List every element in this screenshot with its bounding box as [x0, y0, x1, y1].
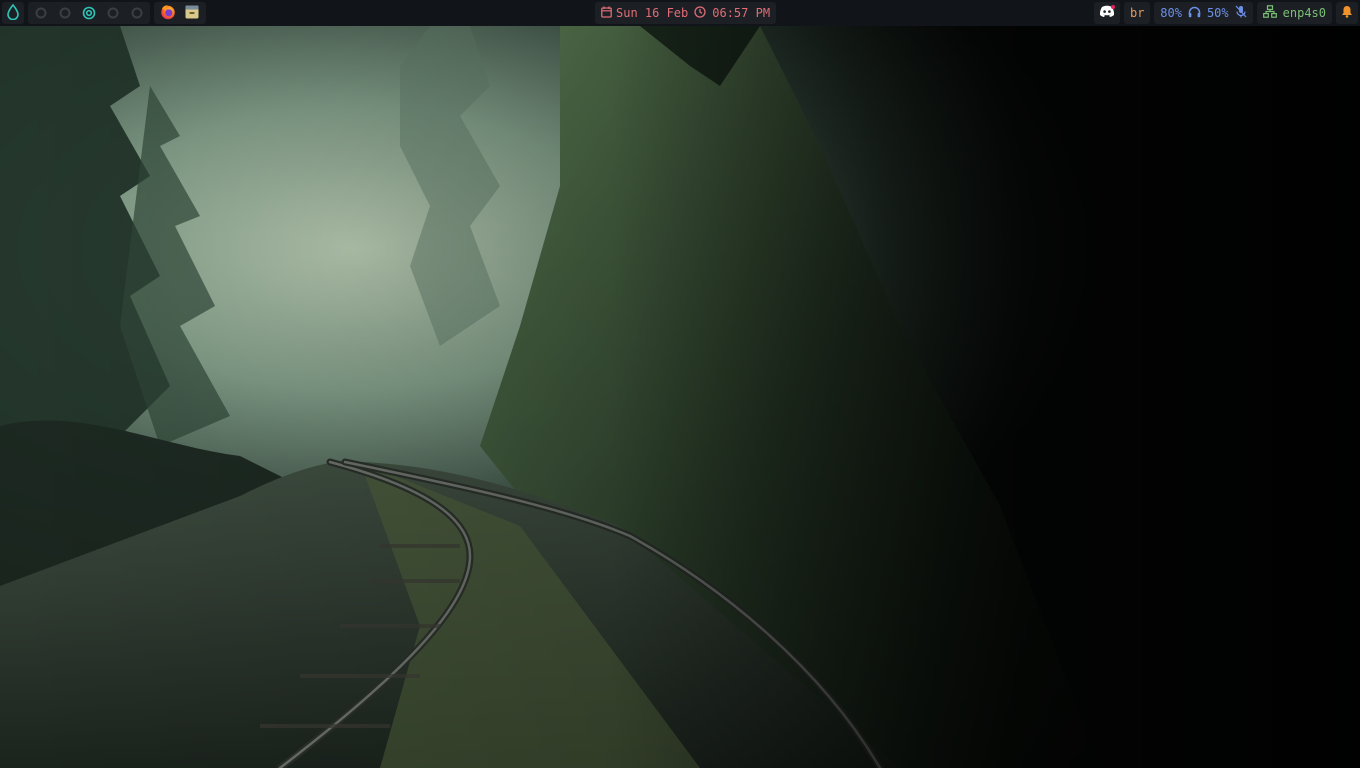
tray-discord[interactable] — [1094, 2, 1121, 24]
workspace-5[interactable] — [125, 2, 149, 24]
ethernet-icon — [1262, 5, 1277, 21]
desktop-wallpaper — [0, 26, 1360, 768]
workspace-1[interactable] — [29, 2, 53, 24]
taskbar-apps — [154, 2, 206, 24]
bell-icon — [1341, 5, 1353, 21]
center-modules: Sun 16 Feb 06:57 PM — [595, 2, 777, 24]
discord-icon — [1099, 5, 1116, 21]
workspace-2[interactable] — [53, 2, 77, 24]
clock-time: 06:57 PM — [712, 6, 771, 20]
firefox-icon — [160, 4, 176, 23]
microphone-muted-icon[interactable] — [1235, 5, 1247, 21]
headphones-icon — [1188, 6, 1201, 21]
circle-outline-icon — [107, 7, 119, 19]
circle-outline-icon — [59, 7, 71, 19]
taskbar-firefox[interactable] — [156, 2, 180, 24]
workspaces — [28, 2, 150, 24]
left-modules — [2, 2, 206, 24]
circle-outline-icon — [35, 7, 47, 19]
notifications-module[interactable] — [1336, 2, 1358, 24]
audio-module[interactable]: 80% 50% — [1154, 2, 1253, 24]
workspace-4[interactable] — [101, 2, 125, 24]
taskbar-files[interactable] — [180, 2, 204, 24]
target-icon — [82, 6, 96, 20]
network-interface: enp4s0 — [1282, 6, 1326, 20]
network-module[interactable]: enp4s0 — [1256, 2, 1332, 24]
output-volume: 80% — [1160, 6, 1182, 20]
launcher-button[interactable] — [2, 2, 24, 24]
foggy-railway-wallpaper — [0, 26, 1360, 768]
workspace-3-active[interactable] — [77, 2, 101, 24]
clock-module[interactable]: Sun 16 Feb 06:57 PM — [595, 2, 777, 24]
input-volume: 50% — [1206, 6, 1229, 20]
clock-date: Sun 16 Feb — [616, 6, 689, 20]
keyboard-layout-module[interactable]: br — [1124, 2, 1151, 24]
keyboard-layout: br — [1130, 6, 1145, 20]
file-manager-icon — [184, 4, 200, 23]
top-bar: Sun 16 Feb 06:57 PM br 80% 50% enp4s0 — [0, 0, 1360, 26]
right-modules: br 80% 50% enp4s0 — [1094, 2, 1358, 24]
circle-outline-icon — [131, 7, 143, 19]
desktop: Sun 16 Feb 06:57 PM br 80% 50% enp4s0 — [0, 0, 1360, 768]
droplet-icon — [6, 3, 20, 23]
clock-icon — [694, 5, 706, 21]
calendar-icon — [601, 6, 612, 21]
